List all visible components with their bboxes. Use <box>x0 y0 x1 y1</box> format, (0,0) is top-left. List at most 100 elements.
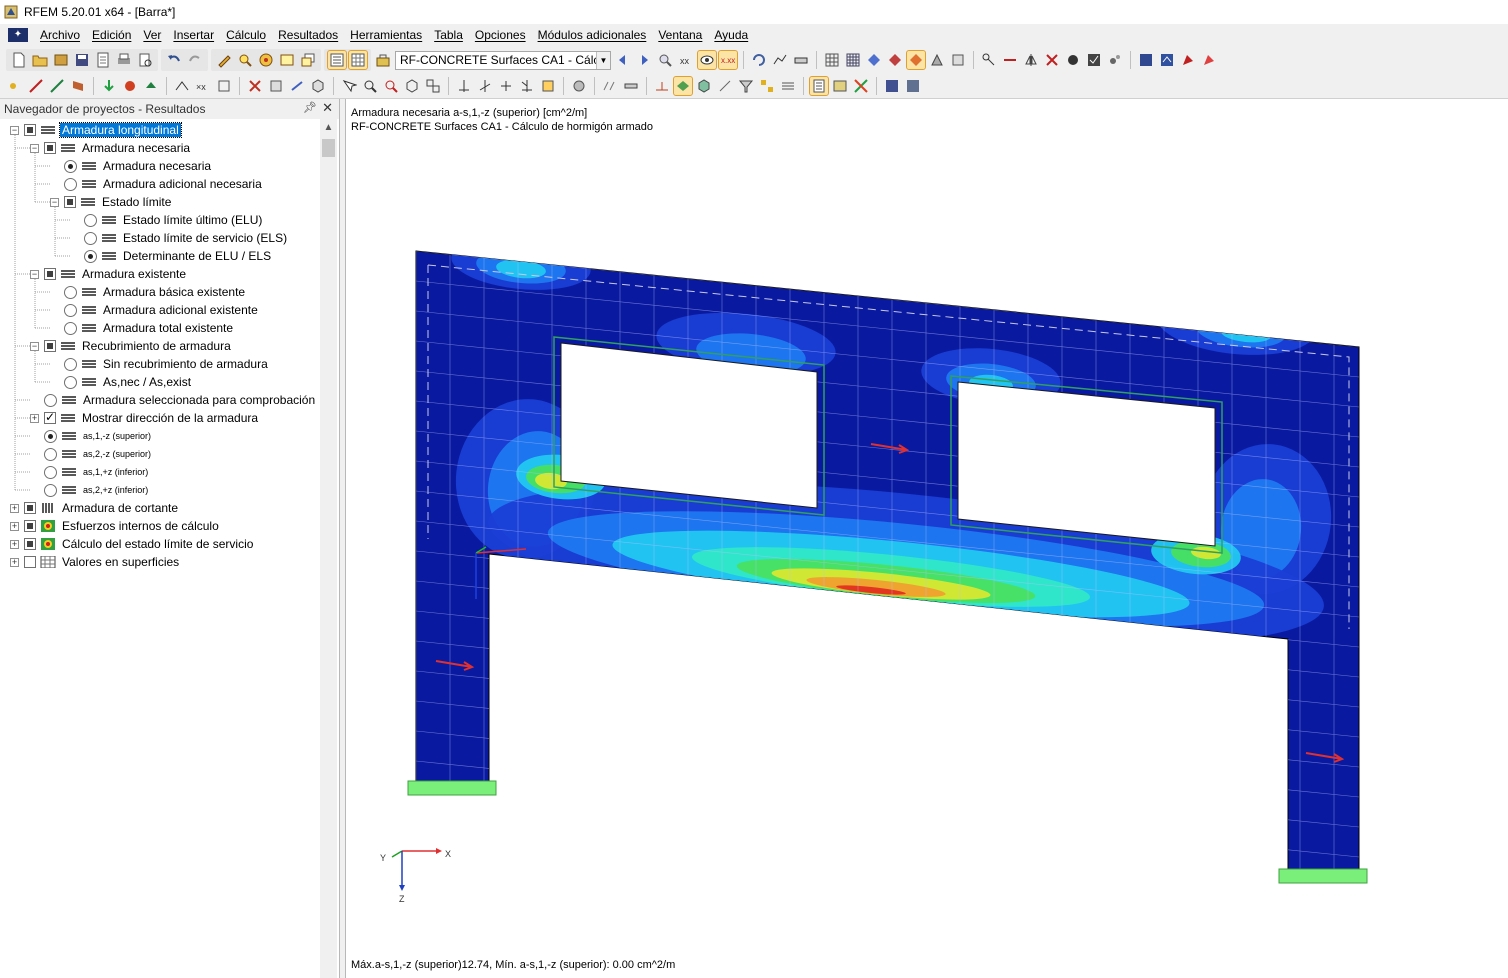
tree-item[interactable]: + Esfuerzos internos de cálculo <box>10 517 221 535</box>
radio-button[interactable] <box>84 213 97 227</box>
line-insert-icon[interactable] <box>27 77 45 95</box>
window-tile-icon[interactable] <box>904 77 922 95</box>
tree-item[interactable]: Armadura adicional necesaria <box>50 175 264 193</box>
pdf-icon[interactable] <box>1179 51 1197 69</box>
results-panel-icon[interactable] <box>809 75 829 96</box>
collapse-icon[interactable]: − <box>30 341 39 351</box>
view-x-icon[interactable] <box>455 77 473 95</box>
expand-icon[interactable]: + <box>30 413 39 423</box>
menu-insertar[interactable]: Insertar <box>167 28 220 42</box>
result-values-icon[interactable]: x.xx <box>718 50 738 70</box>
multi-view-icon[interactable] <box>424 77 442 95</box>
collapse-icon[interactable]: − <box>30 269 39 279</box>
xx-values-icon[interactable]: xx <box>677 51 695 69</box>
radio-button[interactable] <box>44 447 57 461</box>
tree-item[interactable]: Estado límite de servicio (ELS) <box>70 229 289 247</box>
save-icon[interactable] <box>73 51 91 69</box>
menu-herramientas[interactable]: Herramientas <box>344 28 428 42</box>
checkbox[interactable] <box>24 538 36 550</box>
tree-item[interactable]: − Recubrimiento de armadura <box>30 337 233 355</box>
tree-item[interactable]: + Cálculo del estado límite de servicio <box>10 535 255 553</box>
collapse-icon[interactable]: − <box>30 143 39 153</box>
colored-surface-icon[interactable] <box>906 50 926 70</box>
smoothing-icon[interactable] <box>215 77 233 95</box>
tree-item[interactable]: Sin recubrimiento de armadura <box>50 355 270 373</box>
chevron-down-icon[interactable]: ▼ <box>596 51 610 69</box>
tree-item[interactable]: − Armadura necesaria <box>30 139 192 157</box>
result-diagram-icon[interactable] <box>771 51 789 69</box>
menu-calculo[interactable]: Cálculo <box>220 28 272 42</box>
checkbox[interactable] <box>44 340 56 352</box>
results-zoom-icon[interactable] <box>656 51 674 69</box>
scroll-thumb[interactable] <box>322 139 335 157</box>
radio-button[interactable] <box>64 177 77 191</box>
radio-button[interactable] <box>84 231 97 245</box>
tree-item[interactable]: as,1,-z (superior) <box>30 427 153 445</box>
menu-resultados[interactable]: Resultados <box>272 28 344 42</box>
menu-ventana[interactable]: Ventana <box>652 28 708 42</box>
color-legend-icon[interactable] <box>852 77 870 95</box>
section-view-icon[interactable] <box>949 51 967 69</box>
menu-opciones[interactable]: Opciones <box>469 28 532 42</box>
radio-button[interactable] <box>44 465 57 479</box>
expand-icon[interactable]: + <box>10 557 19 567</box>
mirror-icon[interactable] <box>1022 51 1040 69</box>
tree-item[interactable]: Armadura necesaria <box>50 157 213 175</box>
rfem-logo-icon[interactable]: ✦ <box>8 28 28 42</box>
expand-icon[interactable]: + <box>10 503 19 513</box>
tree-item[interactable]: as,2,-z (superior) <box>30 445 153 463</box>
tree-item[interactable]: Determinante de ELU / ELS <box>70 247 273 265</box>
solid-cube-icon[interactable] <box>695 77 713 95</box>
checkbox[interactable] <box>44 410 56 424</box>
document-icon[interactable] <box>94 51 112 69</box>
mesh-grid-icon[interactable] <box>823 51 841 69</box>
group-icon[interactable] <box>758 77 776 95</box>
node-insert-icon[interactable] <box>6 77 24 95</box>
print-icon[interactable] <box>115 51 133 69</box>
view-z-icon[interactable] <box>497 77 515 95</box>
tree-item[interactable]: − Estado límite <box>50 193 173 211</box>
surface-insert-icon[interactable] <box>69 77 87 95</box>
menu-edicion[interactable]: Edición <box>86 28 137 42</box>
member-view-icon[interactable] <box>653 77 671 95</box>
results-module-icon[interactable] <box>374 51 392 69</box>
tree-item[interactable]: + Mostrar dirección de la armadura <box>30 409 260 427</box>
table-toggle-icon[interactable] <box>348 50 368 70</box>
pin-icon[interactable]: 📌︎ <box>303 101 317 114</box>
menu-ayuda[interactable]: Ayuda <box>708 28 754 42</box>
transparency-icon[interactable] <box>716 77 734 95</box>
dimension-icon[interactable] <box>601 77 619 95</box>
view-iso-icon[interactable] <box>518 77 536 95</box>
show-results-icon[interactable] <box>697 50 717 70</box>
member-diagram-icon[interactable] <box>792 51 810 69</box>
navigator-toggle-icon[interactable] <box>327 50 347 70</box>
display-options-icon[interactable] <box>570 77 588 95</box>
edit-pencil-icon[interactable] <box>215 51 233 69</box>
radio-button[interactable] <box>64 375 77 389</box>
cube-view-icon[interactable] <box>309 77 327 95</box>
delete-icon[interactable] <box>1043 51 1061 69</box>
checkbox[interactable] <box>44 142 56 154</box>
select-all-icon[interactable] <box>340 77 358 95</box>
next-case-icon[interactable] <box>635 51 653 69</box>
radio-button[interactable] <box>84 249 97 263</box>
radio-button[interactable] <box>64 285 77 299</box>
surface-results-icon[interactable] <box>865 51 883 69</box>
copy-window-icon[interactable] <box>299 51 317 69</box>
tree-item[interactable]: As,nec / As,exist <box>50 373 193 391</box>
color-scale-icon[interactable] <box>831 77 849 95</box>
load-combination-icon[interactable] <box>121 77 139 95</box>
node-icon[interactable] <box>980 51 998 69</box>
member-select-icon[interactable] <box>288 77 306 95</box>
model-viewport[interactable]: X Y Z Armadura necesaria a-s,1,-z (superio… <box>345 99 1508 978</box>
member-insert-icon[interactable] <box>48 77 66 95</box>
x-values-icon[interactable]: ×x <box>194 77 212 95</box>
tree-item[interactable]: as,1,+z (inferior) <box>30 463 150 481</box>
navigator-scrollbar[interactable]: ▲ <box>320 119 337 978</box>
load-case-icon[interactable] <box>100 77 118 95</box>
filter-icon[interactable] <box>737 77 755 95</box>
stack-icon[interactable] <box>779 77 797 95</box>
scroll-up-icon[interactable]: ▲ <box>320 119 337 136</box>
open-folder-icon[interactable] <box>31 51 49 69</box>
radio-button[interactable] <box>44 393 57 407</box>
